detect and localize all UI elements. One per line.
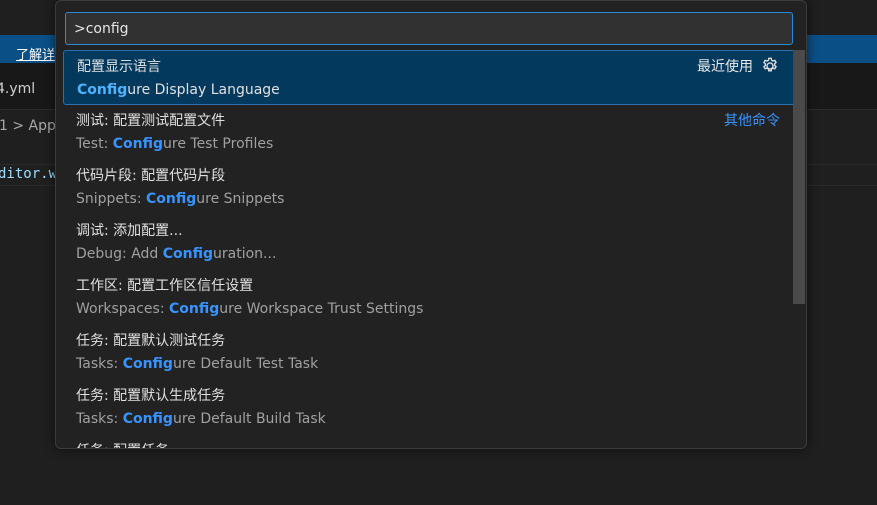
learn-more-link[interactable]: 了解详 [16,44,55,63]
code-line: ditor.w [0,166,58,182]
match-highlight: Config [146,191,197,207]
match-highlight: Config [77,82,128,98]
match-highlight: Config [162,246,214,262]
command-item-configure-snippets[interactable]: 代码片段: 配置代码片段 Snippets: Configure Snippet… [63,160,800,215]
command-label: 测试: 配置测试配置文件 [76,113,226,129]
gear-icon[interactable] [761,57,779,75]
breadcrumb[interactable]: 1 > App [0,118,56,134]
command-item-debug-add-configuration[interactable]: 调试: 添加配置... Debug: Add Configuration... [63,215,800,270]
command-detail: Snippets: Configure Snippets [76,191,285,207]
command-search-input[interactable] [65,12,793,45]
match-highlight: Config [168,301,220,317]
recently-used-label: 最近使用 [697,59,753,75]
other-commands-label: 其他命令 [724,113,780,129]
command-palette: 配置显示语言 Configure Display Language 最近使用 测… [55,0,807,449]
match-highlight: Config [122,411,173,427]
command-item-default-test-task[interactable]: 任务: 配置默认测试任务 Tasks: Configure Default Te… [63,325,800,380]
command-item-configure-test-profiles[interactable]: 测试: 配置测试配置文件 Test: Configure Test Profil… [63,105,800,160]
command-label: 调试: 添加配置... [76,223,183,239]
command-list: 配置显示语言 Configure Display Language 最近使用 测… [56,50,800,448]
command-item-workspace-trust-settings[interactable]: 工作区: 配置工作区信任设置 Workspaces: Configure Wor… [63,270,800,325]
match-highlight: Config [122,356,173,372]
command-detail: Configure Display Language [77,82,280,98]
command-detail: Test: Configure Test Profiles [76,136,274,152]
command-item-configure-task[interactable]: 任务: 配置任务 [63,435,800,448]
command-meta: 其他命令 [724,110,780,130]
command-label: 任务: 配置默认生成任务 [76,388,226,404]
command-detail: Workspaces: Configure Workspace Trust Se… [76,301,424,317]
match-highlight: Config [112,136,164,152]
command-detail: Debug: Add Configuration... [76,246,277,262]
command-detail: Tasks: Configure Default Build Task [76,411,326,427]
command-label: 代码片段: 配置代码片段 [76,168,226,184]
command-item-configure-display-language[interactable]: 配置显示语言 Configure Display Language 最近使用 [63,50,800,105]
command-meta: 最近使用 [697,56,779,76]
command-detail: Tasks: Configure Default Test Task [76,356,319,372]
command-label: 任务: 配置默认测试任务 [76,333,226,349]
editor-tab[interactable]: 4.yml [0,81,35,97]
command-label: 工作区: 配置工作区信任设置 [76,278,254,294]
command-list-scrollbar[interactable] [793,50,805,304]
command-item-default-build-task[interactable]: 任务: 配置默认生成任务 Tasks: Configure Default Bu… [63,380,800,435]
command-label: 任务: 配置任务 [76,440,169,448]
command-label: 配置显示语言 [77,59,161,75]
